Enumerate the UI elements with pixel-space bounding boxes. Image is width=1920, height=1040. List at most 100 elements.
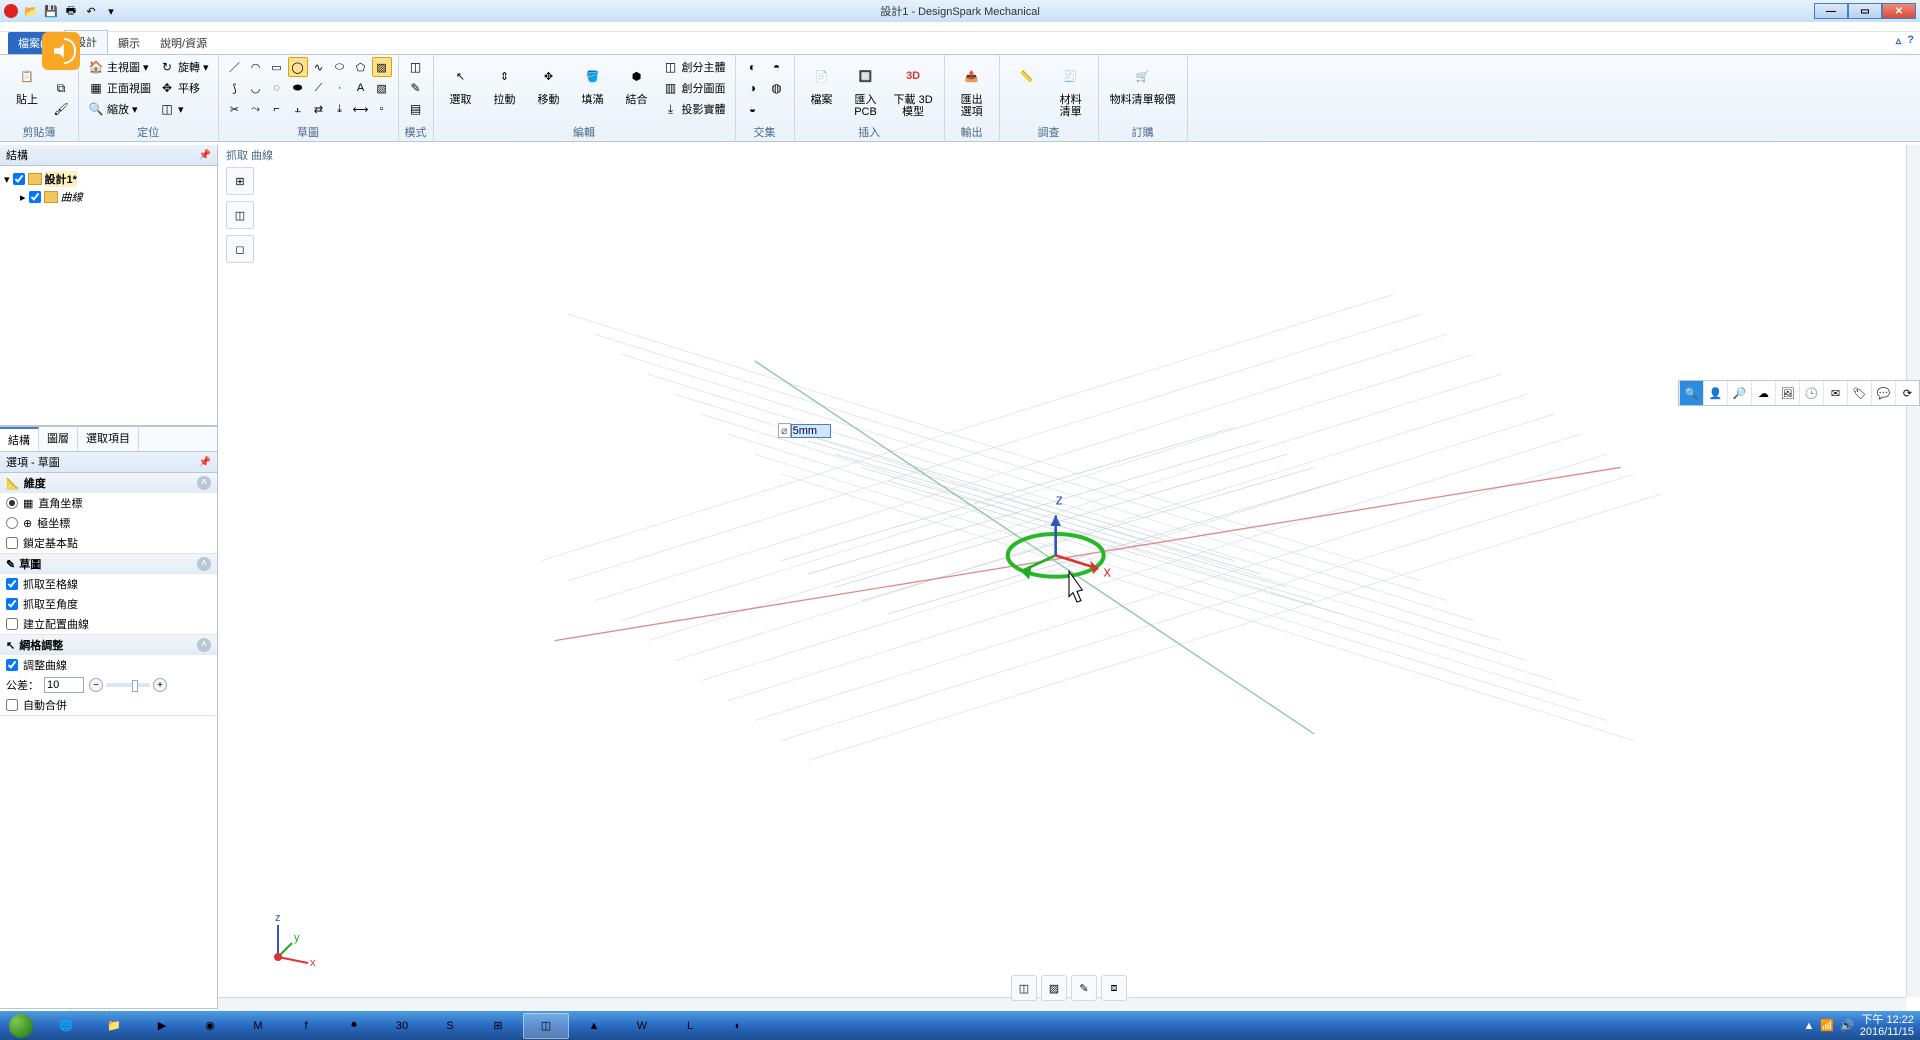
view-perspective-button[interactable]: ⧈: [1101, 975, 1127, 1001]
minus-button[interactable]: −: [89, 678, 103, 692]
tb-designspark[interactable]: ◫: [523, 1013, 569, 1039]
rtool-zoom[interactable]: 🔎: [1727, 381, 1751, 405]
opt-lockbase[interactable]: 鎖定基本點: [0, 533, 217, 553]
tb-vlc[interactable]: ▲: [571, 1013, 617, 1039]
child-checkbox[interactable]: [29, 191, 41, 203]
opt-cartesian[interactable]: ▦直角坐標: [0, 493, 217, 513]
tb-app1[interactable]: ⊞: [475, 1013, 521, 1039]
mode-3d[interactable]: ◫: [405, 57, 427, 77]
tree-child-curve[interactable]: ▸ 曲線: [4, 188, 213, 206]
arc-tool[interactable]: ◠: [246, 57, 266, 77]
trim-tool[interactable]: ✂: [225, 99, 245, 119]
tb-skype[interactable]: S: [427, 1013, 473, 1039]
rtool-speech[interactable]: 💬: [1871, 381, 1895, 405]
fill-button[interactable]: 🪣填滿: [572, 57, 614, 109]
ribbon-minimize-icon[interactable]: ▵: [1896, 34, 1902, 47]
rtool-expand[interactable]: ⟳: [1895, 381, 1919, 405]
tab-structure[interactable]: 結構: [0, 427, 39, 451]
vertical-scrollbar[interactable]: [1906, 145, 1920, 997]
tb-media[interactable]: ▶: [139, 1013, 185, 1039]
tb-gmail[interactable]: M: [235, 1013, 281, 1039]
help-icon[interactable]: ?: [1907, 34, 1914, 47]
section-grid[interactable]: ↖網格調整˄: [0, 635, 217, 655]
project-button[interactable]: ⤓投影實體: [660, 99, 729, 119]
opt-adjust-curve[interactable]: 調整曲線: [0, 655, 217, 675]
opt-polar[interactable]: ⊕極坐標: [0, 513, 217, 533]
side-tool-3[interactable]: ◻: [226, 235, 254, 263]
pull-button[interactable]: ⇕拉動: [484, 57, 526, 109]
select-button[interactable]: ↖選取: [440, 57, 482, 109]
chevron-up-icon[interactable]: ˄: [197, 557, 211, 571]
qat-save[interactable]: 💾: [42, 2, 60, 20]
intersect-2[interactable]: ◑: [742, 78, 764, 98]
tolerance-slider[interactable]: − +: [89, 678, 167, 692]
chevron-up-icon[interactable]: ˄: [197, 638, 211, 652]
section-dimension[interactable]: 📐維度˄: [0, 473, 217, 493]
root-checkbox[interactable]: [13, 173, 25, 185]
intersect-3[interactable]: ◒: [742, 99, 764, 119]
circle-tool[interactable]: ◯: [288, 57, 308, 77]
view-cube-button[interactable]: ◫▾: [156, 99, 212, 119]
tangent-arc-tool[interactable]: ⟆: [225, 78, 245, 98]
rtool-clock[interactable]: 🕒: [1799, 381, 1823, 405]
fill-tool[interactable]: ▧: [372, 78, 392, 98]
paint-button[interactable]: 🖌: [50, 99, 72, 119]
tab-display[interactable]: 顯示: [108, 32, 150, 54]
tray-up-icon[interactable]: ▲: [1803, 1020, 1814, 1032]
plan-view-button[interactable]: ▦正面視圖: [85, 78, 154, 98]
rtool-mail[interactable]: ✉: [1823, 381, 1847, 405]
tolerance-input[interactable]: [44, 677, 84, 693]
text-tool[interactable]: A: [351, 78, 371, 98]
expand-icon[interactable]: ▸: [20, 191, 26, 204]
bom-button[interactable]: 🧾材料 清單: [1050, 57, 1092, 121]
export-options-button[interactable]: 📤匯出 選項: [951, 57, 993, 121]
offset-tool[interactable]: ⫠: [288, 99, 308, 119]
tb-word[interactable]: W: [619, 1013, 665, 1039]
tray-sound-icon[interactable]: 🔊: [1840, 1019, 1854, 1032]
qat-undo[interactable]: ↶: [82, 2, 100, 20]
start-button[interactable]: [0, 1011, 42, 1040]
project-tool[interactable]: ⤓: [330, 99, 350, 119]
pan-button[interactable]: ✥平移: [156, 78, 212, 98]
qat-dropdown[interactable]: ▾: [102, 2, 120, 20]
rtool-cloud[interactable]: ☁: [1751, 381, 1775, 405]
pin-icon[interactable]: 📌: [199, 150, 211, 161]
maximize-button[interactable]: ▭: [1848, 3, 1882, 19]
line-tool[interactable]: ／: [225, 57, 245, 77]
opt-snap-grid[interactable]: 抓取至格線: [0, 574, 217, 594]
minimize-button[interactable]: —: [1814, 3, 1848, 19]
view-wire-button[interactable]: ✎: [1071, 975, 1097, 1001]
rtool-tag[interactable]: 🏷: [1847, 381, 1871, 405]
measure-button[interactable]: 📏: [1006, 57, 1048, 95]
split-face-button[interactable]: ▥創分圖面: [660, 78, 729, 98]
tray-network-icon[interactable]: 📶: [1820, 1019, 1834, 1032]
tangent-line-tool[interactable]: ⟋: [309, 78, 329, 98]
spin-button[interactable]: ↻旋轉▾: [156, 57, 212, 77]
pin-icon[interactable]: 📌: [199, 457, 211, 468]
view-iso-button[interactable]: ◫: [1011, 975, 1037, 1001]
dimension-tool[interactable]: ⟷: [351, 99, 371, 119]
qat-print[interactable]: 🖶: [62, 2, 80, 20]
move-button[interactable]: ✥移動: [528, 57, 570, 109]
split-body-button[interactable]: ◫創分主體: [660, 57, 729, 77]
tb-ie[interactable]: 🌐: [43, 1013, 89, 1039]
structure-tree[interactable]: ▾ 設計1* ▸ 曲線: [0, 166, 217, 426]
rtool-user[interactable]: 👤: [1703, 381, 1727, 405]
tab-layers[interactable]: 圖層: [39, 427, 78, 451]
side-tool-2[interactable]: ◫: [226, 201, 254, 229]
canvas-viewport[interactable]: 抓取 曲線 ⊞ ◫ ◻: [218, 145, 1920, 1011]
home-view-button[interactable]: 🏠主視圖▾: [85, 57, 154, 77]
copy-button[interactable]: ⧉: [50, 78, 72, 98]
spline-tool[interactable]: ∿: [309, 57, 329, 77]
orientation-triad[interactable]: x y z: [258, 911, 318, 971]
ref-tool[interactable]: ▫: [372, 99, 392, 119]
circle3p-tool[interactable]: ◌: [267, 78, 287, 98]
opt-automerge[interactable]: 自動合併: [0, 695, 217, 715]
slider-track[interactable]: [106, 683, 150, 687]
quote-button[interactable]: 🛒物料清單報價: [1105, 57, 1181, 109]
plus-button[interactable]: +: [153, 678, 167, 692]
point-tool[interactable]: ·: [330, 78, 350, 98]
insert-file-button[interactable]: 📄檔案: [801, 57, 843, 109]
mode-section[interactable]: ▤: [405, 99, 427, 119]
qat-open[interactable]: 📂: [22, 2, 40, 20]
